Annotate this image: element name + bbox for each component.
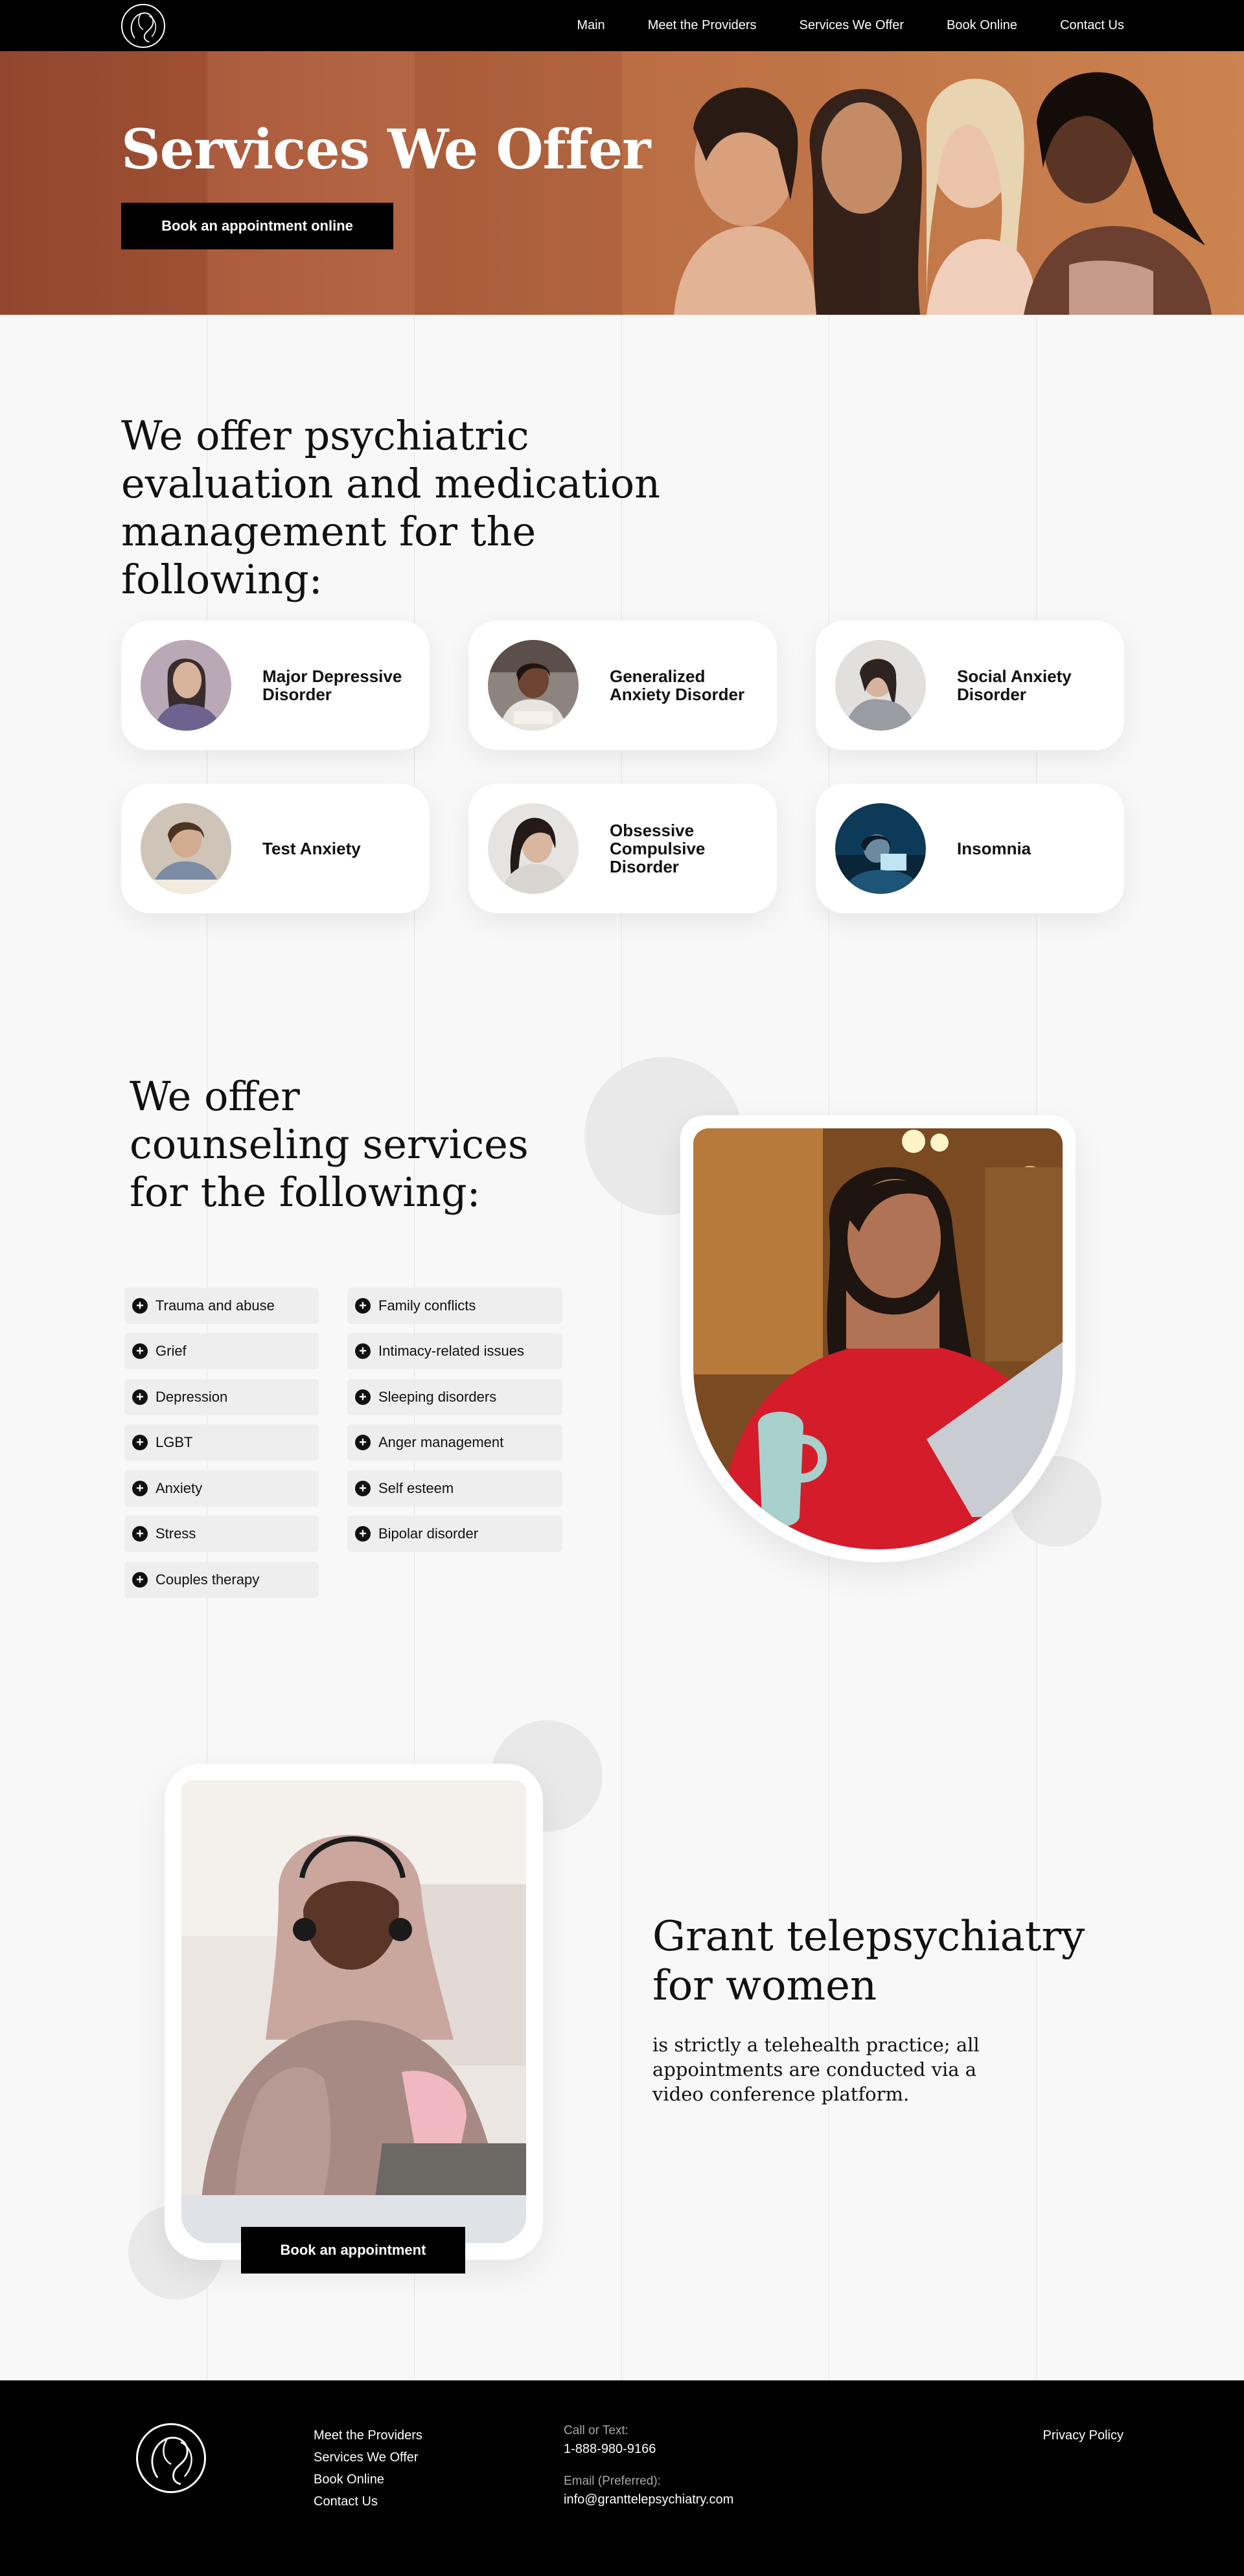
phone-number[interactable]: 1-888-980-9166: [564, 2440, 733, 2458]
counseling-item: + Trauma and abuse: [124, 1288, 319, 1324]
hero-stripe: [415, 51, 622, 315]
plus-icon: +: [132, 1572, 148, 1588]
nav-link-providers[interactable]: Meet the Providers: [648, 18, 757, 33]
site-footer: Meet the Providers Services We Offer Boo…: [0, 2380, 1244, 2576]
counseling-item-label: Depression: [156, 1389, 228, 1405]
counseling-section-title: We offer counseling services for the fol…: [130, 1073, 529, 1216]
counseling-item: + Grief: [124, 1333, 319, 1369]
plus-icon: +: [355, 1526, 371, 1542]
condition-photo: [835, 640, 926, 731]
hero-stripe: [0, 51, 207, 315]
footer-link-contact[interactable]: Contact Us: [314, 2491, 422, 2513]
plus-icon: +: [132, 1343, 148, 1359]
footer-logo[interactable]: [136, 2423, 206, 2493]
condition-card[interactable]: Obsessive Compulsive Disorder: [468, 784, 777, 913]
counseling-item-label: Anger management: [378, 1434, 504, 1450]
plus-icon: +: [132, 1389, 148, 1405]
condition-label: Obsessive Compulsive Disorder: [610, 821, 706, 876]
condition-photo: [488, 640, 579, 731]
plus-icon: +: [355, 1481, 371, 1496]
plus-icon: +: [355, 1343, 371, 1359]
email-address[interactable]: info@granttelepsychiatry.com: [564, 2491, 733, 2509]
brand-logo[interactable]: [121, 4, 165, 48]
privacy-policy-link[interactable]: Privacy Policy: [1043, 2424, 1123, 2446]
condition-label: Insomnia: [957, 839, 1031, 858]
condition-label: Test Anxiety: [262, 839, 361, 858]
footer-contact: Call or Text: 1-888-980-9166 Email (Pref…: [564, 2422, 733, 2509]
plus-icon: +: [132, 1481, 148, 1496]
counseling-item: + Depression: [124, 1379, 319, 1415]
plus-icon: +: [355, 1389, 371, 1405]
plus-icon: +: [132, 1298, 148, 1314]
condition-photo: [141, 640, 231, 731]
condition-label: Generalized Anxiety Disorder: [610, 667, 745, 704]
hero-women-group-image: [622, 51, 1244, 315]
counseling-item-label: Intimacy-related issues: [378, 1343, 524, 1359]
condition-photo: [488, 803, 579, 894]
footer-links: Meet the Providers Services We Offer Boo…: [314, 2424, 422, 2513]
plus-icon: +: [132, 1435, 148, 1450]
nav-menu: Main Meet the Providers Services We Offe…: [534, 0, 1124, 51]
plus-icon: +: [355, 1435, 371, 1450]
counseling-item-label: Trauma and abuse: [156, 1297, 275, 1314]
counseling-item: + LGBT: [124, 1424, 319, 1461]
counseling-item-label: LGBT: [156, 1434, 193, 1450]
counseling-item-label: Self esteem: [378, 1480, 454, 1496]
counseling-item: + Family conflicts: [347, 1288, 562, 1324]
email-label: Email (Preferred):: [564, 2474, 661, 2488]
book-appointment-button[interactable]: Book an appointment: [241, 2227, 465, 2274]
book-online-button[interactable]: Book an appointment online: [121, 203, 393, 249]
counseling-item-label: Sleeping disorders: [378, 1389, 497, 1405]
plus-icon: +: [132, 1526, 148, 1542]
condition-photo: [835, 803, 926, 894]
counseling-item: + Intimacy-related issues: [347, 1333, 562, 1369]
hero-title: Services We Offer: [121, 117, 651, 181]
counseling-item-label: Stress: [156, 1525, 196, 1542]
counseling-item: + Anger management: [347, 1424, 562, 1461]
footer-link-services[interactable]: Services We Offer: [314, 2446, 422, 2468]
condition-card[interactable]: Social Anxiety Disorder: [816, 621, 1124, 750]
condition-card[interactable]: Generalized Anxiety Disorder: [468, 621, 777, 750]
counseling-item-label: Couples therapy: [156, 1571, 260, 1588]
counseling-item: + Stress: [124, 1516, 319, 1552]
condition-card[interactable]: Insomnia: [816, 784, 1124, 913]
hero-banner: Services We Offer Book an appointment on…: [0, 51, 1244, 315]
telehealth-description: is strictly a telehealth practice; all a…: [652, 2034, 980, 2105]
counseling-item: + Bipolar disorder: [347, 1516, 562, 1552]
counseling-item-label: Bipolar disorder: [378, 1525, 479, 1542]
hero-stripe: [207, 51, 415, 315]
condition-label: Social Anxiety Disorder: [957, 667, 1072, 704]
woman-headset-photo: [181, 1781, 526, 2243]
condition-photo: [141, 803, 231, 894]
counseling-item: + Anxiety: [124, 1470, 319, 1507]
nav-link-main[interactable]: Main: [577, 18, 605, 33]
counseling-item: + Self esteem: [347, 1470, 562, 1507]
top-navigation: Main Meet the Providers Services We Offe…: [0, 0, 1244, 51]
counseling-item-label: Grief: [156, 1343, 187, 1359]
condition-card[interactable]: Major Depressive Disorder: [121, 621, 430, 750]
nav-link-contact[interactable]: Contact Us: [1060, 18, 1124, 33]
footer-link-book-online[interactable]: Book Online: [314, 2468, 422, 2491]
woman-laptop-photo: [693, 1128, 1063, 1549]
footer-link-providers[interactable]: Meet the Providers: [314, 2424, 422, 2446]
counseling-item: + Sleeping disorders: [347, 1379, 562, 1415]
nav-link-services[interactable]: Services We Offer: [800, 18, 904, 33]
nav-link-book-online[interactable]: Book Online: [947, 18, 1017, 33]
phone-label: Call or Text:: [564, 2424, 628, 2437]
plus-icon: +: [355, 1298, 371, 1314]
condition-label: Major Depressive Disorder: [262, 667, 402, 704]
counseling-item: + Couples therapy: [124, 1562, 319, 1598]
counseling-item-label: Anxiety: [156, 1480, 203, 1496]
telehealth-title: Grant telepsychiatry for women: [652, 1913, 1085, 2010]
counseling-item-label: Family conflicts: [378, 1297, 476, 1314]
condition-card[interactable]: Test Anxiety: [121, 784, 430, 913]
psychiatric-section-title: We offer psychiatric evaluation and medi…: [121, 412, 661, 603]
